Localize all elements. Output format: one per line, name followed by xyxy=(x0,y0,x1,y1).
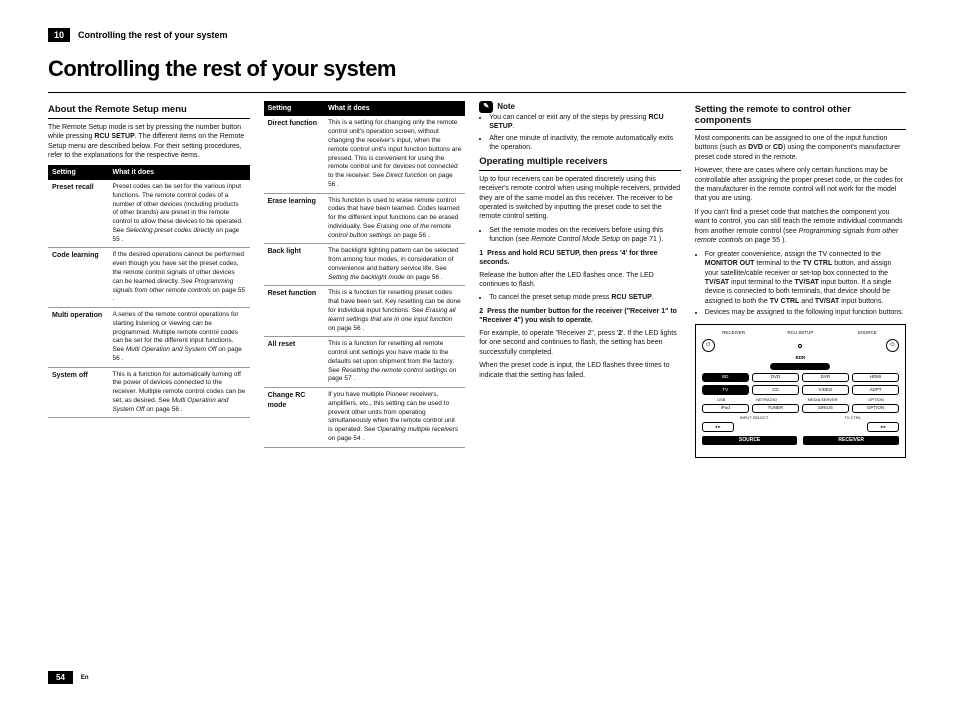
remote-label: RECEIVER xyxy=(702,331,766,336)
th-desc: What it does xyxy=(324,101,465,116)
chapter-title: Controlling the rest of your system xyxy=(78,30,228,40)
manual-page: 10 Controlling the rest of your system C… xyxy=(0,0,954,702)
note-icon: ✎ xyxy=(479,101,493,113)
note-bullets: You can cancel or exit any of the steps … xyxy=(479,113,681,153)
table-row: Direct functionThis is a setting for cha… xyxy=(264,116,466,193)
remote-diagram: RECEIVER RCU SETUP SOURCE ⏻ ⏻ BDR BD DVD… xyxy=(695,324,906,458)
remote-button: SIRIUS xyxy=(802,404,849,414)
settings-table-1: SettingWhat it does Preset recallPreset … xyxy=(48,165,250,419)
table-row: Preset recallPreset codes can be set for… xyxy=(48,180,250,248)
table-row: System offThis is a function for automat… xyxy=(48,367,250,418)
bullet-list: For greater convenience, assign the TV c… xyxy=(695,250,906,318)
paragraph: For example, to operate "Receiver 2", pr… xyxy=(479,329,681,357)
input-select-rocker-icon: ◂ ▸ xyxy=(702,422,734,432)
source-button: SOURCE xyxy=(702,436,798,445)
running-header: 10 Controlling the rest of your system xyxy=(48,28,906,42)
remote-label: RCU SETUP xyxy=(769,331,833,336)
column-2: SettingWhat it does Direct functionThis … xyxy=(264,101,466,458)
settings-table-2: SettingWhat it does Direct functionThis … xyxy=(264,101,466,448)
section-heading: Setting the remote to control other comp… xyxy=(695,105,906,130)
tv-ctrl-rocker-icon: ◂ ▸ xyxy=(867,422,899,432)
remote-button: BD xyxy=(702,373,749,383)
remote-tiny-label: MEDIA SERVER xyxy=(808,398,838,402)
list-item: You can cancel or exit any of the steps … xyxy=(489,113,681,132)
bullet-list: Set the remote modes on the receivers be… xyxy=(479,226,681,245)
bdr-button-icon xyxy=(770,363,830,370)
remote-button: DVD xyxy=(752,373,799,383)
remote-tiny-label: INPUT SELECT xyxy=(740,416,769,420)
remote-button: iPod xyxy=(702,404,749,414)
remote-tiny-label: OPTION xyxy=(868,398,883,402)
language-label: En xyxy=(81,675,89,681)
table-row: Reset functionThis is a function for res… xyxy=(264,286,466,337)
list-item: Set the remote modes on the receivers be… xyxy=(489,226,681,245)
page-footer: 54 En xyxy=(48,671,89,684)
list-item: To cancel the preset setup mode press RC… xyxy=(489,293,681,302)
list-item: For greater convenience, assign the TV c… xyxy=(705,250,906,307)
paragraph: Release the button after the LED flashes… xyxy=(479,271,681,290)
remote-button: HDMI xyxy=(852,373,899,383)
th-desc: What it does xyxy=(108,165,249,180)
th-setting: Setting xyxy=(264,101,324,116)
column-4: Setting the remote to control other comp… xyxy=(695,101,906,458)
remote-tiny-label: USB xyxy=(717,398,725,402)
remote-tiny-label: NETRADIO xyxy=(756,398,777,402)
column-1: About the Remote Setup menu The Remote S… xyxy=(48,101,250,458)
page-title: Controlling the rest of your system xyxy=(48,56,906,82)
step-2: 2Press the number button for the receive… xyxy=(479,307,681,326)
title-rule xyxy=(48,92,906,93)
remote-button: VIDEO xyxy=(802,385,849,395)
paragraph: Most components can be assigned to one o… xyxy=(695,134,906,162)
remote-label: BDR xyxy=(702,356,899,361)
table-row: All resetThis is a function for resettin… xyxy=(264,337,466,388)
table-row: Change RC modeIf you have multiple Pione… xyxy=(264,388,466,448)
bullet-list: To cancel the preset setup mode press RC… xyxy=(479,293,681,302)
remote-button: CD xyxy=(752,385,799,395)
remote-tiny-label: TV CTRL xyxy=(844,416,861,420)
remote-button: OPTION xyxy=(852,404,899,414)
remote-label: SOURCE xyxy=(835,331,899,336)
column-3: ✎ Note You can cancel or exit any of the… xyxy=(479,101,681,458)
step-1: 1Press and hold RCU SETUP, then press '4… xyxy=(479,249,681,268)
section-heading: Operating multiple receivers xyxy=(479,157,681,171)
th-setting: Setting xyxy=(48,165,108,180)
setup-dot-icon xyxy=(798,344,802,348)
table-row: Back lightThe backlight lighting pattern… xyxy=(264,244,466,286)
content-columns: About the Remote Setup menu The Remote S… xyxy=(48,101,906,458)
paragraph: Up to four receivers can be operated dis… xyxy=(479,175,681,222)
power-icon: ⏻ xyxy=(702,339,715,352)
power-icon: ⏻ xyxy=(886,339,899,352)
receiver-button: RECEIVER xyxy=(803,436,899,445)
page-number: 54 xyxy=(48,671,73,684)
remote-button: TUNER xyxy=(752,404,799,414)
table-row: Code learningIf the desired operations c… xyxy=(48,248,250,308)
list-item: After one minute of inactivity, the remo… xyxy=(489,134,681,153)
table-row: Multi operationA series of the remote co… xyxy=(48,308,250,368)
list-item: Devices may be assigned to the following… xyxy=(705,308,906,317)
remote-button: ADPT xyxy=(852,385,899,395)
remote-button: DVR xyxy=(802,373,849,383)
section-heading: About the Remote Setup menu xyxy=(48,105,250,119)
note-heading: ✎ Note xyxy=(479,101,681,113)
chapter-number-badge: 10 xyxy=(48,28,70,42)
intro-paragraph: The Remote Setup mode is set by pressing… xyxy=(48,123,250,161)
table-row: Erase learningThis function is used to e… xyxy=(264,193,466,244)
paragraph: However, there are cases where only cert… xyxy=(695,166,906,204)
note-label: Note xyxy=(497,102,515,113)
paragraph: If you can't find a preset code that mat… xyxy=(695,208,906,246)
remote-button: TV xyxy=(702,385,749,395)
paragraph: When the preset code is input, the LED f… xyxy=(479,361,681,380)
